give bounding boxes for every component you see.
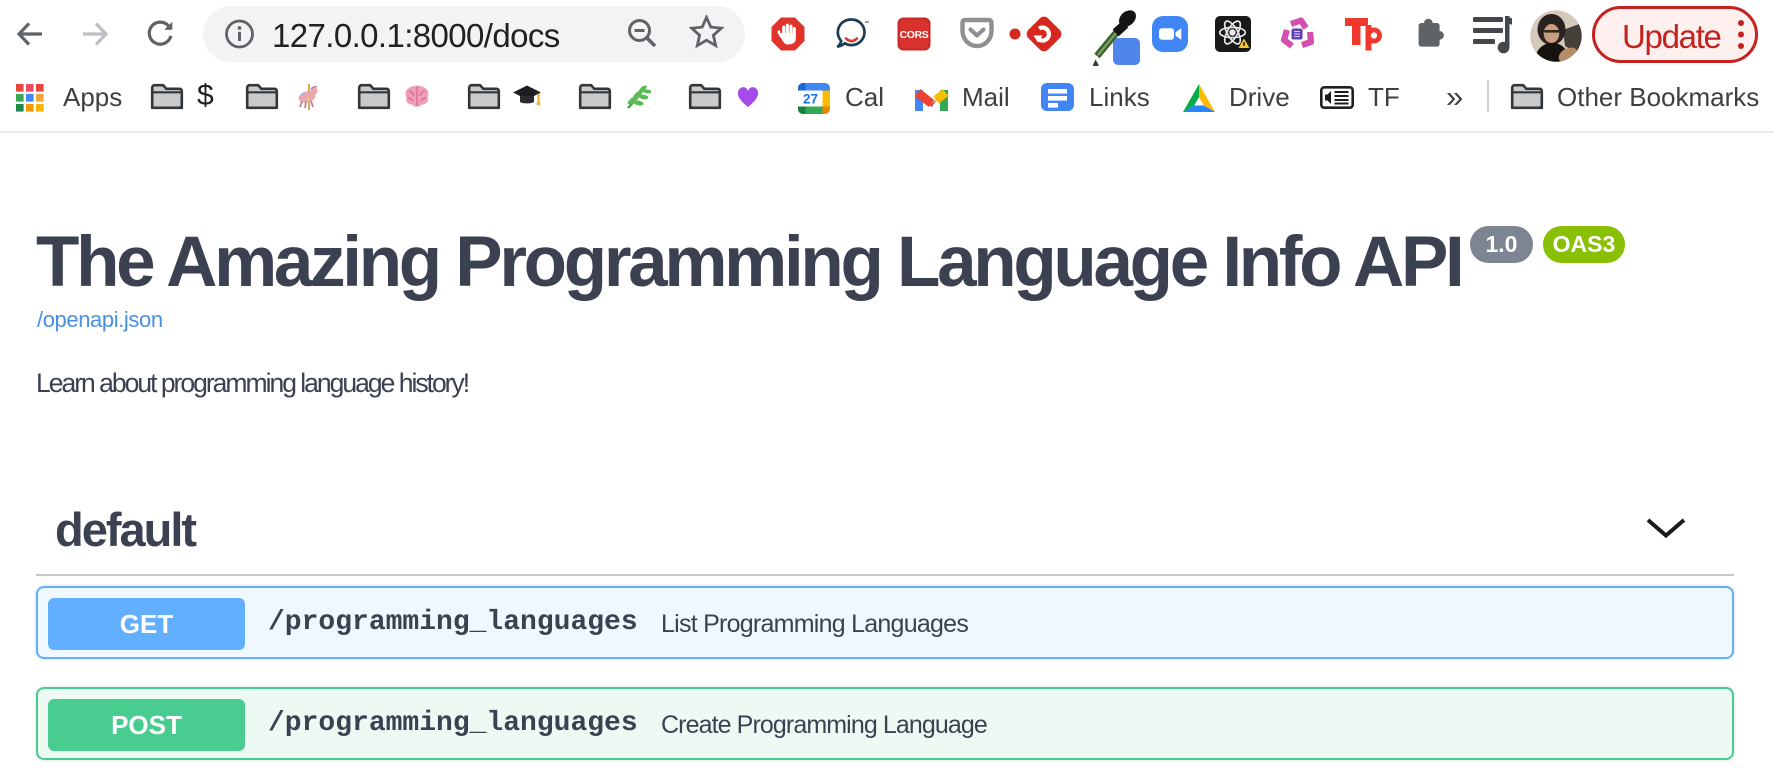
svg-text:CORS: CORS: [900, 30, 929, 41]
svg-text:27: 27: [803, 92, 818, 107]
